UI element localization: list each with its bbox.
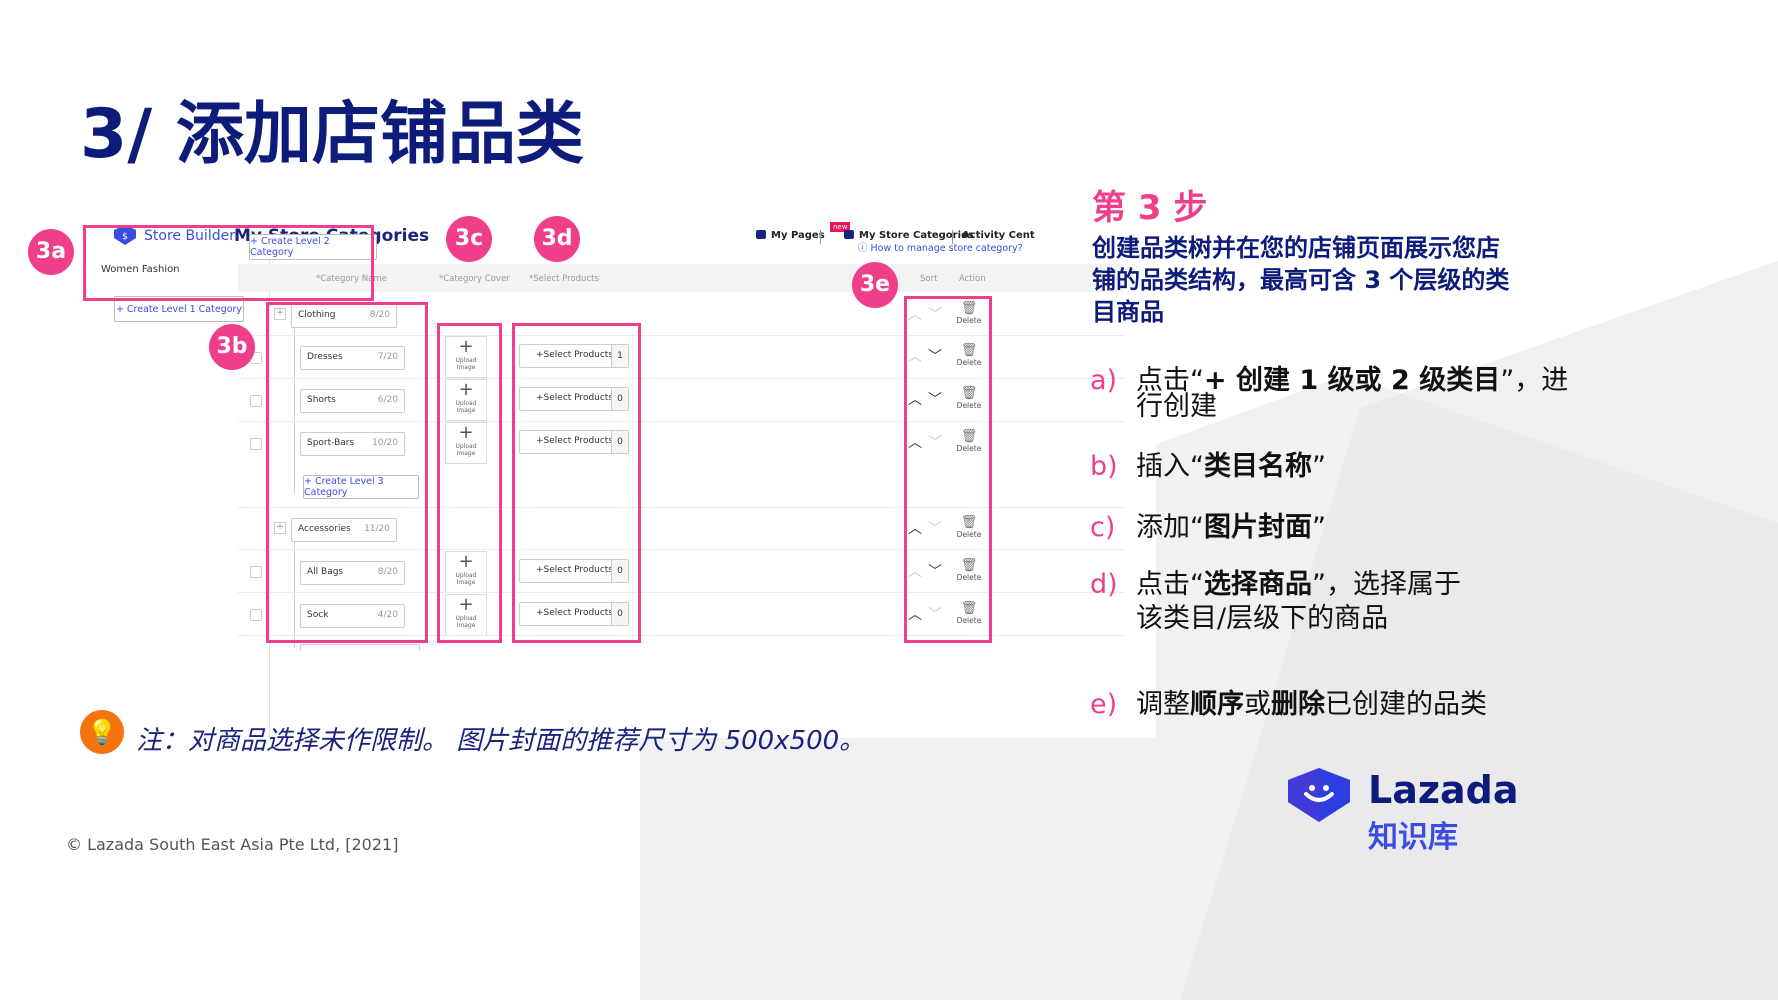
badge-3b: 3b bbox=[209, 324, 255, 370]
row-checkbox[interactable] bbox=[250, 566, 262, 578]
help-link[interactable]: ⓘ How to manage store category? bbox=[858, 240, 1023, 254]
highlight-box-3a bbox=[83, 225, 374, 301]
lazada-brand-name: Lazada bbox=[1368, 768, 1519, 812]
lazada-subtitle: 知识库 bbox=[1368, 820, 1458, 855]
header-sort: Sort bbox=[920, 274, 938, 284]
lightbulb-icon: 💡 bbox=[80, 710, 124, 754]
category-name-input-partial bbox=[300, 644, 420, 651]
nav-divider bbox=[820, 230, 821, 244]
badge-3e: 3e bbox=[852, 262, 898, 308]
note-text: 注：对商品选择未作限制。 图片封面的推荐尺寸为 500x500。 bbox=[136, 726, 866, 756]
row-checkbox[interactable] bbox=[250, 438, 262, 450]
step-heading: 第 3 步 bbox=[1092, 188, 1208, 228]
highlight-box-3c bbox=[437, 323, 502, 643]
row-checkbox[interactable] bbox=[250, 609, 262, 621]
copyright: © Lazada South East Asia Pte Ltd, [2021] bbox=[66, 835, 399, 854]
row-checkbox[interactable] bbox=[250, 395, 262, 407]
step-description: 创建品类树并在您的店铺页面展示您店铺的品类结构，最高可含 3 个层级的类目商品 bbox=[1092, 234, 1510, 326]
highlight-box-3e bbox=[904, 296, 992, 643]
badge-3a: 3a bbox=[28, 229, 74, 275]
header-select-products: *Select Products bbox=[529, 274, 599, 284]
badge-3c: 3c bbox=[446, 216, 492, 262]
slide-title: 3/ 添加店铺品类 bbox=[80, 95, 584, 174]
highlight-box-3d bbox=[512, 323, 641, 643]
highlight-box-3b bbox=[266, 302, 428, 643]
page-icon bbox=[756, 230, 766, 239]
category-icon bbox=[844, 230, 854, 239]
lazada-heart-logo-icon bbox=[1288, 768, 1350, 822]
header-action: Action bbox=[959, 274, 986, 284]
header-category-cover: *Category Cover bbox=[439, 274, 510, 284]
badge-3d: 3d bbox=[534, 216, 580, 262]
nav-my-pages[interactable]: My Pages bbox=[756, 230, 825, 241]
